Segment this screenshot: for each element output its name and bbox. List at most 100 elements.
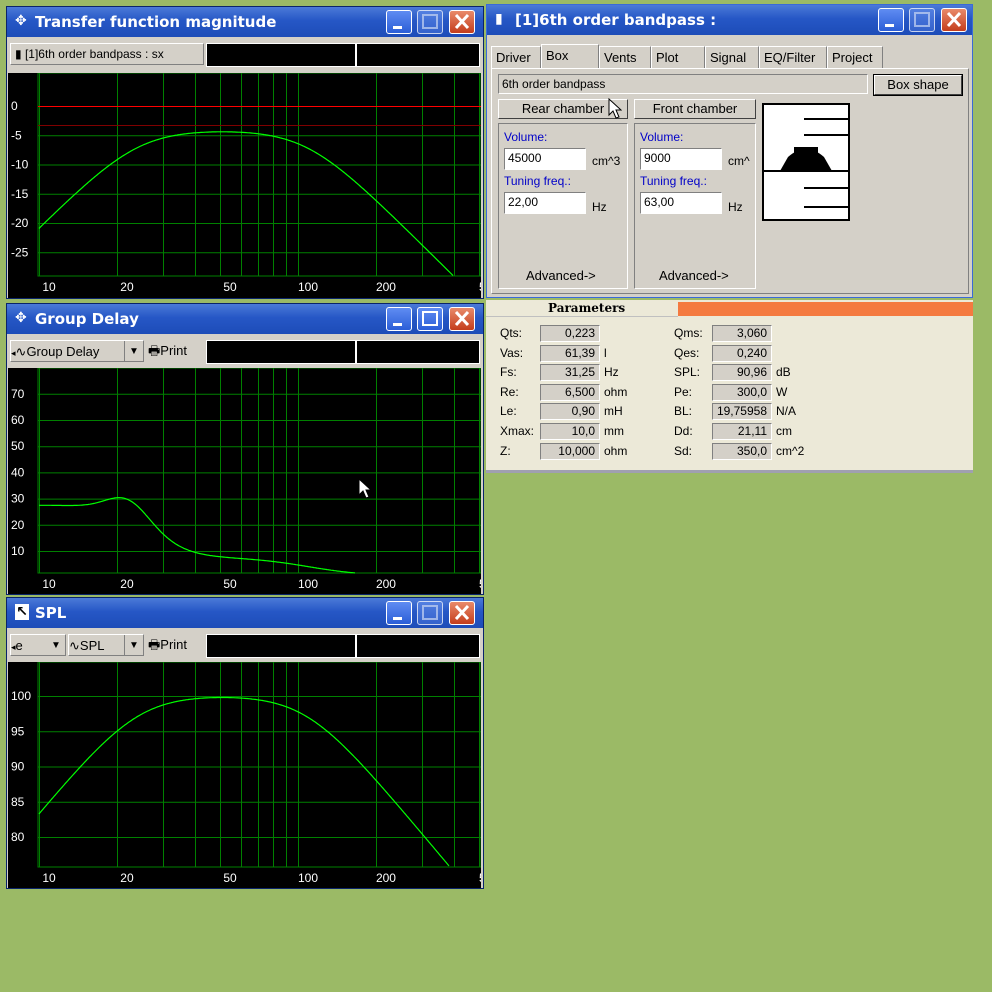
print-button[interactable]: 🖶Print — [148, 340, 204, 362]
param-label: Fs: — [500, 365, 517, 380]
param-value[interactable]: 61,39 — [540, 344, 600, 362]
rear-volume-input[interactable]: 45000 — [504, 148, 586, 170]
param-unit: Hz — [604, 365, 619, 380]
title-bar[interactable]: ✥ Group Delay — [7, 304, 483, 334]
param-label: Dd: — [674, 424, 693, 438]
x-tick-label: 50 — [223, 871, 237, 885]
param-value[interactable]: 19,75958 — [712, 403, 772, 421]
param-value[interactable]: 10,0 — [540, 423, 600, 440]
print-label: Print — [160, 637, 188, 652]
tab-project[interactable]: Project — [827, 46, 883, 68]
param-value[interactable]: 90,96 — [712, 364, 772, 382]
param-value[interactable]: 3,060 — [712, 325, 772, 342]
front-advanced-link[interactable]: Advanced-> — [659, 268, 729, 283]
move-icon: ✥ — [15, 310, 27, 326]
title-bar[interactable]: ↖ SPL — [7, 598, 483, 628]
rear-advanced-link[interactable]: Advanced-> — [526, 268, 596, 283]
tab-driver[interactable]: Driver — [491, 46, 541, 68]
x-tick-label: 20 — [120, 280, 134, 294]
y-tick-label: 10 — [11, 544, 25, 558]
tab-eq-filter[interactable]: EQ/Filter — [759, 46, 827, 68]
param-label: Re: — [500, 384, 519, 399]
pointer-icon: ↖ — [15, 604, 29, 620]
y-tick-label: 30 — [11, 492, 25, 506]
title-bar[interactable]: ✥ Transfer function magnitude — [7, 7, 483, 37]
minimize-icon — [393, 26, 402, 29]
x-tick-label: 50 — [223, 280, 237, 294]
param-unit: cm — [776, 424, 792, 438]
minimize-button[interactable] — [878, 8, 904, 32]
wave-icon: ∿ — [15, 344, 27, 359]
param-value[interactable]: 0,223 — [540, 325, 600, 342]
front-volume-unit: cm^ — [728, 154, 750, 168]
box-name-field[interactable]: 6th order bandpass — [498, 74, 868, 94]
y-tick-label: 70 — [11, 387, 25, 401]
toolbar: ▮ [1]6th order bandpass : sx — [8, 39, 482, 69]
move-icon: ✥ — [15, 13, 27, 29]
plot-type-dropdown[interactable]: ◂∿Group Delay ▼ — [10, 340, 144, 362]
param-label: Z: — [500, 443, 511, 458]
param-label: Xmax: — [500, 424, 535, 438]
x-tick-label: 100 — [298, 871, 318, 885]
param-value[interactable]: 0,240 — [712, 344, 772, 362]
close-button[interactable] — [449, 601, 475, 625]
gd-plot-area[interactable]: 70 60 50 40 30 20 10 10 20 50 100 200 500 — [8, 368, 481, 594]
tab-vents[interactable]: Vents — [599, 46, 651, 68]
param-value[interactable]: 350,0 — [712, 442, 772, 460]
front-volume-label: Volume: — [640, 130, 684, 144]
param-label: Pe: — [674, 384, 693, 399]
front-chamber-button[interactable]: Front chamber — [634, 99, 756, 119]
param-value[interactable]: 21,11 — [712, 423, 772, 440]
close-button[interactable] — [449, 10, 475, 34]
y-tick-label: 95 — [11, 724, 25, 738]
document-icon: ▮ — [495, 11, 503, 27]
chevron-down-icon[interactable]: ▼ — [124, 635, 143, 655]
param-value[interactable]: 0,90 — [540, 403, 600, 421]
x-tick-label: 10 — [42, 871, 56, 885]
tab-panel: 6th order bandpass Box shape Rear chambe… — [491, 68, 969, 294]
minimize-button[interactable] — [386, 601, 412, 625]
x-tick-label: 50 — [223, 577, 237, 591]
maximize-icon — [422, 311, 438, 326]
param-label: Qts: — [500, 326, 523, 340]
chevron-down-icon[interactable]: ▼ — [124, 341, 143, 361]
rear-tuning-input[interactable]: 22,00 — [504, 192, 586, 214]
tab-signal[interactable]: Signal — [705, 46, 759, 68]
param-value[interactable]: 10,000 — [540, 442, 600, 460]
tf-chart: 0 -5 -10 -15 -20 -25 10 20 50 100 200 500 — [11, 73, 481, 294]
bandpass-box-icon — [764, 118, 848, 208]
param-value[interactable]: 300,0 — [712, 383, 772, 401]
minimize-button[interactable] — [386, 10, 412, 34]
curve-select-dropdown[interactable]: ▮ [1]6th order bandpass : sx — [10, 43, 204, 65]
close-button[interactable] — [941, 8, 967, 32]
minimize-icon — [393, 617, 402, 620]
box-shape-button[interactable]: Box shape — [873, 74, 963, 96]
chevron-down-icon[interactable]: ▼ — [47, 635, 65, 655]
tf-plot-area[interactable]: 0 -5 -10 -15 -20 -25 10 20 50 100 200 500 — [8, 73, 481, 298]
param-unit: ohm — [604, 443, 628, 458]
maximize-button[interactable] — [417, 307, 443, 331]
left-select-dropdown[interactable]: ◂e ▼ — [10, 634, 66, 656]
param-unit: cm^2 — [776, 443, 805, 458]
parameters-panel: Parameters Qts: 0,223 Vas: 61,39 l Fs: 31,25 Hz… — [486, 300, 973, 473]
spl-plot-area[interactable]: 100 95 90 85 80 10 20 50 100 200 500 — [8, 662, 481, 888]
param-value[interactable]: 6,500 — [540, 383, 600, 401]
group-delay-window: ✥ Group Delay ◂∿Group Delay ▼ 🖶Print 70 6… — [6, 303, 484, 595]
maximize-icon — [422, 14, 438, 29]
param-value[interactable]: 31,25 — [540, 364, 600, 382]
front-tuning-input[interactable]: 63,00 — [640, 192, 722, 214]
title-bar[interactable]: ▮ [1]6th order bandpass : — [487, 5, 972, 35]
tab-plot[interactable]: Plot — [651, 46, 705, 68]
close-button[interactable] — [449, 307, 475, 331]
toolbar: ◂∿Group Delay ▼ 🖶Print — [8, 336, 482, 366]
front-volume-input[interactable]: 9000 — [640, 148, 722, 170]
rear-chamber-group: Volume: 45000 cm^3 Tuning freq.: 22,00 H… — [498, 123, 628, 289]
print-button[interactable]: 🖶Print — [148, 634, 204, 656]
y-tick-label: -5 — [11, 128, 22, 142]
minimize-button[interactable] — [386, 307, 412, 331]
minimize-icon — [885, 24, 894, 27]
plot-type-dropdown[interactable]: ∿SPL ▼ — [68, 634, 144, 656]
param-label: Qms: — [674, 326, 703, 340]
tab-box[interactable]: Box — [541, 44, 599, 69]
x-tick-label: 20 — [120, 577, 134, 591]
